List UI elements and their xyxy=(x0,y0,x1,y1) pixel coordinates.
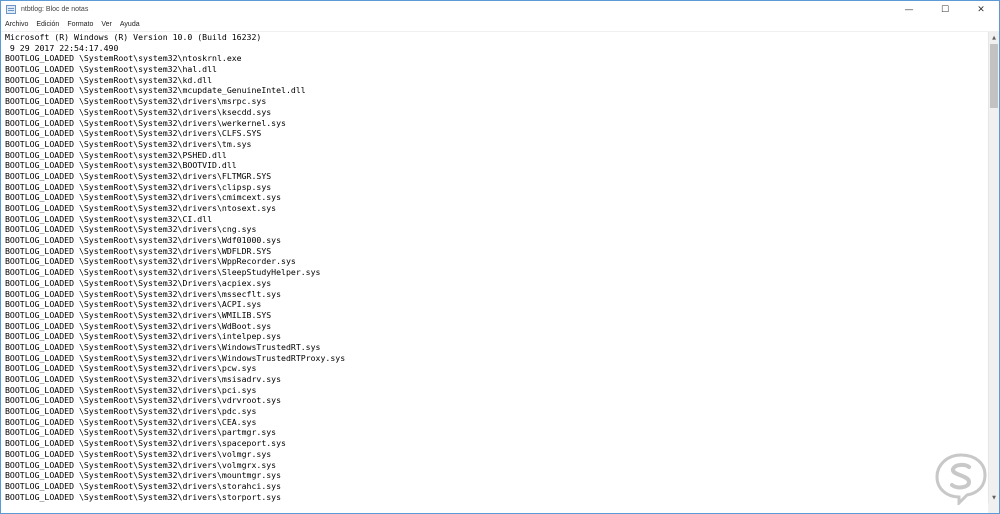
window-controls: — ☐ ✕ xyxy=(891,1,999,18)
log-line: BOOTLOG_LOADED \SystemRoot\System32\driv… xyxy=(5,470,282,481)
log-line: BOOTLOG_LOADED \SystemRoot\System32\driv… xyxy=(5,384,257,395)
log-line: BOOTLOG_LOADED \SystemRoot\System32\Driv… xyxy=(5,277,272,288)
log-line: BOOTLOG_LOADED \SystemRoot\System32\driv… xyxy=(5,299,262,310)
vertical-scrollbar[interactable]: ▲ ▼ xyxy=(988,32,999,503)
log-line: BOOTLOG_LOADED \SystemRoot\system32\CI.d… xyxy=(5,213,213,224)
maximize-button[interactable]: ☐ xyxy=(927,1,963,18)
log-line: BOOTLOG_LOADED \SystemRoot\System32\driv… xyxy=(5,363,257,374)
menu-ver[interactable]: Ver xyxy=(97,18,116,31)
log-line: BOOTLOG_LOADED \SystemRoot\System32\driv… xyxy=(5,480,282,491)
log-line: BOOTLOG_LOADED \SystemRoot\System32\driv… xyxy=(5,117,286,128)
log-line: BOOTLOG_LOADED \SystemRoot\system32\hal.… xyxy=(5,64,217,75)
scroll-down-arrow-icon[interactable]: ▼ xyxy=(989,492,999,503)
text-editor-area[interactable]: Microsoft (R) Windows (R) Version 10.0 (… xyxy=(1,32,988,513)
log-line: BOOTLOG_LOADED \SystemRoot\System32\driv… xyxy=(5,438,286,449)
log-line: BOOTLOG_LOADED \SystemRoot\System32\driv… xyxy=(5,395,282,406)
log-line: BOOTLOG_LOADED \SystemRoot\System32\driv… xyxy=(5,128,262,139)
log-line: BOOTLOG_LOADED \SystemRoot\System32\driv… xyxy=(5,352,346,363)
log-line: BOOTLOG_LOADED \SystemRoot\system32\driv… xyxy=(5,235,282,246)
log-line: 9 29 2017 22:54:17.490 xyxy=(5,42,119,53)
log-line: BOOTLOG_LOADED \SystemRoot\System32\driv… xyxy=(5,416,257,427)
log-line: Microsoft (R) Windows (R) Version 10.0 (… xyxy=(5,32,262,42)
scrollbar-corner xyxy=(988,503,999,513)
title-bar[interactable]: ntbtlog: Bloc de notas — ☐ ✕ xyxy=(1,1,999,18)
log-line: BOOTLOG_LOADED \SystemRoot\system32\mcup… xyxy=(5,85,306,96)
log-line: BOOTLOG_LOADED \SystemRoot\system32\kd.d… xyxy=(5,74,213,85)
close-icon: ✕ xyxy=(977,4,985,15)
log-line: BOOTLOG_LOADED \SystemRoot\System32\driv… xyxy=(5,374,282,384)
log-line: BOOTLOG_LOADED \SystemRoot\System32\driv… xyxy=(5,309,272,320)
log-line: BOOTLOG_LOADED \SystemRoot\System32\driv… xyxy=(5,106,272,117)
log-line: BOOTLOG_LOADED \SystemRoot\system32\driv… xyxy=(5,245,272,256)
log-line: BOOTLOG_LOADED \SystemRoot\System32\driv… xyxy=(5,448,272,459)
notepad-window: ntbtlog: Bloc de notas — ☐ ✕ Archivo Edi… xyxy=(0,0,1000,514)
menu-ayuda[interactable]: Ayuda xyxy=(116,18,144,31)
minimize-button[interactable]: — xyxy=(891,1,927,18)
log-line: BOOTLOG_LOADED \SystemRoot\System32\driv… xyxy=(5,288,282,299)
log-line: BOOTLOG_LOADED \SystemRoot\system32\PSHE… xyxy=(5,149,227,160)
log-line: BOOTLOG_LOADED \SystemRoot\System32\driv… xyxy=(5,181,272,192)
log-line: BOOTLOG_LOADED \SystemRoot\System32\driv… xyxy=(5,491,282,502)
log-text: Microsoft (R) Windows (R) Version 10.0 (… xyxy=(1,32,988,502)
log-line: BOOTLOG_LOADED \SystemRoot\system32\driv… xyxy=(5,267,321,278)
close-button[interactable]: ✕ xyxy=(963,1,999,18)
log-line: BOOTLOG_LOADED \SystemRoot\system32\driv… xyxy=(5,256,296,267)
scroll-up-arrow-icon[interactable]: ▲ xyxy=(989,32,999,43)
log-line: BOOTLOG_LOADED \SystemRoot\System32\driv… xyxy=(5,192,282,203)
log-line: BOOTLOG_LOADED \SystemRoot\System32\driv… xyxy=(5,203,277,213)
menu-archivo[interactable]: Archivo xyxy=(1,18,32,31)
log-line: BOOTLOG_LOADED \SystemRoot\System32\driv… xyxy=(5,224,257,235)
log-line: BOOTLOG_LOADED \SystemRoot\System32\driv… xyxy=(5,138,252,149)
window-title: ntbtlog: Bloc de notas xyxy=(21,6,89,13)
log-line: BOOTLOG_LOADED \SystemRoot\System32\driv… xyxy=(5,170,272,181)
notepad-icon xyxy=(6,5,16,14)
log-line: BOOTLOG_LOADED \SystemRoot\System32\driv… xyxy=(5,320,272,331)
log-line: BOOTLOG_LOADED \SystemRoot\System32\driv… xyxy=(5,406,257,417)
log-line: BOOTLOG_LOADED \SystemRoot\System32\driv… xyxy=(5,427,277,438)
maximize-icon: ☐ xyxy=(940,4,950,15)
log-line: BOOTLOG_LOADED \SystemRoot\System32\driv… xyxy=(5,459,277,470)
log-line: BOOTLOG_LOADED \SystemRoot\System32\driv… xyxy=(5,96,267,107)
scroll-thumb[interactable] xyxy=(990,44,998,108)
log-line: BOOTLOG_LOADED \SystemRoot\system32\BOOT… xyxy=(5,160,237,171)
log-line: BOOTLOG_LOADED \SystemRoot\System32\driv… xyxy=(5,331,282,342)
log-line: BOOTLOG_LOADED \SystemRoot\system32\ntos… xyxy=(5,53,242,64)
menu-edicion[interactable]: Edición xyxy=(32,18,63,31)
log-line: BOOTLOG_LOADED \SystemRoot\System32\driv… xyxy=(5,341,321,352)
minimize-icon: — xyxy=(904,4,914,15)
menu-bar: Archivo Edición Formato Ver Ayuda xyxy=(1,18,999,32)
menu-formato[interactable]: Formato xyxy=(63,18,97,31)
